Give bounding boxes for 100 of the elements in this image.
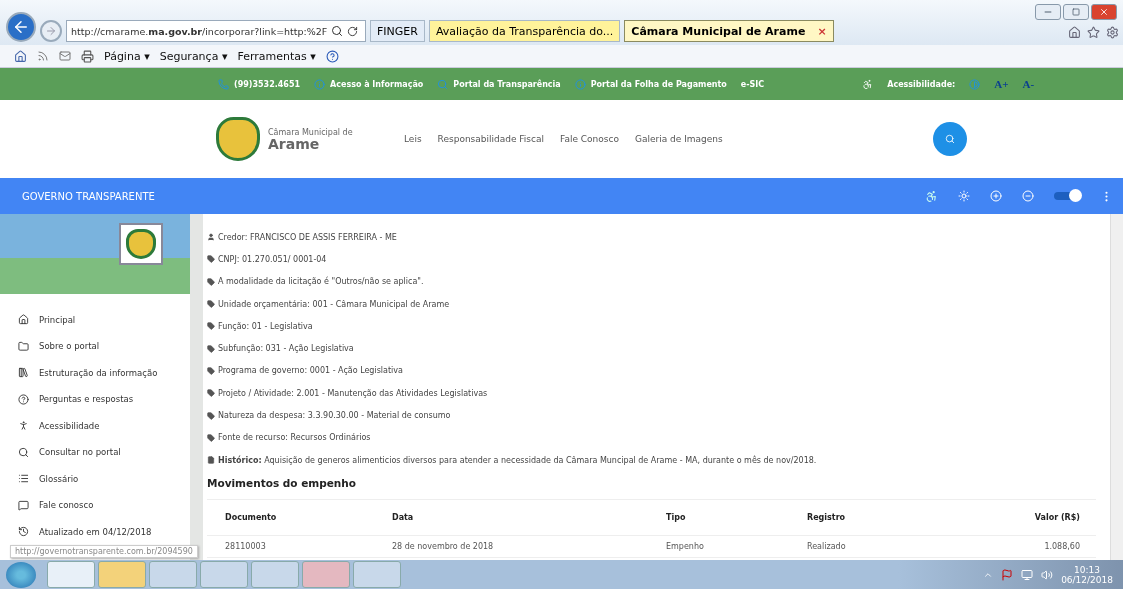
start-button[interactable] xyxy=(6,561,36,588)
table-cell-text: Empenho xyxy=(666,542,705,552)
site-title: Arame xyxy=(268,136,320,151)
column-header: Data xyxy=(392,513,415,523)
doc-icon xyxy=(207,456,215,465)
detail-text: Credor: FRANCISCO DE ASSIS FERREIRA - ME xyxy=(218,232,397,242)
detail-text: Histórico: Aquisição de generos alimenticios diversos para atender a necessidade da Câmara Muncipal de Arame - MA, durante o mês de nov/2018. xyxy=(218,455,817,465)
flag-icon[interactable] xyxy=(1001,568,1014,581)
maximize-button[interactable] xyxy=(1063,4,1089,20)
detail-text: A modalidade da licitação é "Outros/não se aplica". xyxy=(218,277,424,287)
tag-icon xyxy=(207,344,215,353)
history-icon xyxy=(18,526,29,537)
favorites-icon[interactable] xyxy=(1087,26,1100,39)
tag-icon xyxy=(207,300,215,309)
tag-icon xyxy=(207,366,215,375)
zoom-out-icon[interactable] xyxy=(1022,190,1034,202)
column-header: Documento xyxy=(225,513,278,523)
user-icon xyxy=(207,233,215,242)
table-cell-text: 1.088,60 xyxy=(1043,542,1080,552)
tag-icon xyxy=(207,411,215,420)
scrollbar[interactable] xyxy=(1110,214,1123,560)
detail-text: Programa de governo: 0001 - Ação Legislativa xyxy=(218,366,403,376)
sidebar-item[interactable]: Fale conosco xyxy=(18,497,190,513)
minimize-button[interactable] xyxy=(1035,4,1061,20)
column-header: Registro xyxy=(807,513,847,523)
portal-title: GOVERNO TRANSPARENTE xyxy=(22,190,156,202)
sidebar-item[interactable]: Estruturação da informação xyxy=(18,365,190,380)
tag-icon xyxy=(207,277,215,286)
home-icon xyxy=(18,314,29,325)
site-subtitle: Câmara Municipal de xyxy=(268,127,354,137)
table-cell-text: Realizado xyxy=(807,542,847,552)
toggle-switch[interactable] xyxy=(1054,192,1080,200)
nav-link[interactable]: Leis xyxy=(404,134,422,144)
nav-link[interactable]: Fale Conosco xyxy=(560,134,619,144)
status-url: http://governotransparente.com.br/2094590 xyxy=(10,545,198,558)
detail-text: Projeto / Atividade: 2.001 - Manutenção das Atividades Legislativas xyxy=(218,388,488,398)
home-icon[interactable] xyxy=(1068,26,1081,39)
network-icon[interactable] xyxy=(1021,568,1034,581)
search-icon xyxy=(18,446,29,458)
crest-logo xyxy=(119,223,163,265)
sidebar-item[interactable]: Atualizado em 04/12/2018 xyxy=(18,524,190,539)
brightness-icon[interactable] xyxy=(958,190,970,202)
menu-button[interactable]: Página ▾ xyxy=(104,49,150,63)
nav-link[interactable]: Responsabilidade Fiscal xyxy=(437,134,545,144)
forward-button[interactable] xyxy=(40,20,62,42)
column-header: Valor (R$) xyxy=(1033,513,1080,523)
arrow-right-icon xyxy=(45,25,57,37)
print-icon[interactable] xyxy=(81,49,94,63)
tag-icon xyxy=(207,322,215,331)
menu-button[interactable]: Segurança ▾ xyxy=(159,49,228,63)
accessibility-label: Acessibilidade: xyxy=(887,79,956,89)
help-icon xyxy=(18,393,29,405)
close-icon xyxy=(1099,7,1109,17)
info-icon xyxy=(314,78,325,90)
library-icon xyxy=(18,367,29,378)
sidebar-item[interactable]: Sobre o portal xyxy=(18,338,190,354)
browser-tab[interactable]: Avaliação da Transparência do... xyxy=(428,20,621,42)
volume-icon[interactable] xyxy=(1041,568,1054,581)
detail-text: Função: 01 - Legislativa xyxy=(218,321,313,331)
back-button[interactable] xyxy=(6,12,36,42)
detail-text: Unidade orçamentária: 001 - Câmara Municipal de Arame xyxy=(218,299,450,309)
address-field[interactable]: http://cmarame.ma.gov.br/incorporar?link=http:%2F xyxy=(66,20,366,42)
search-icon xyxy=(437,78,449,90)
sidebar-item[interactable]: Perguntas e respostas xyxy=(18,391,190,407)
mail-icon[interactable] xyxy=(59,50,71,62)
zoom-in-icon[interactable] xyxy=(990,190,1002,202)
info-icon xyxy=(574,78,586,90)
detail-text: Natureza da despesa: 3.3.90.30.00 - Material de consumo xyxy=(218,411,451,420)
browser-tab[interactable]: FINGER xyxy=(370,20,425,42)
sidebar-item[interactable]: Consultar no portal xyxy=(18,444,190,460)
tag-icon xyxy=(207,255,215,264)
tag-icon xyxy=(207,389,215,398)
detail-text: CNPJ: 01.270.051/ 0001-04 xyxy=(218,254,327,264)
tag-icon xyxy=(207,433,215,442)
close-button[interactable] xyxy=(1091,4,1117,20)
list-icon xyxy=(18,473,29,484)
accessibility-icon[interactable] xyxy=(925,189,938,203)
section-title: Movimentos do empenho xyxy=(207,477,358,490)
table-cell-text: 28110003 xyxy=(225,542,267,552)
sidebar-item[interactable]: Acessibilidade xyxy=(18,418,190,433)
help-icon[interactable] xyxy=(325,49,339,63)
detail-text: Subfunção: 031 - Ação Legislativa xyxy=(218,344,354,354)
search-icon[interactable] xyxy=(331,25,344,37)
feed-icon[interactable] xyxy=(37,50,49,62)
settings-icon[interactable] xyxy=(1106,26,1119,39)
phone-icon xyxy=(218,78,229,90)
search-icon xyxy=(944,134,955,144)
folder-icon xyxy=(18,340,29,352)
nav-link[interactable]: Galeria de Imagens xyxy=(634,134,723,144)
sidebar-item[interactable]: Principal xyxy=(18,312,190,327)
accessibility-icon xyxy=(862,78,874,90)
sidebar-item[interactable]: Glossário xyxy=(18,471,190,486)
maximize-icon xyxy=(1072,8,1080,16)
detail-text: Fonte de recurso: Recursos Ordinários xyxy=(218,433,371,443)
crest-logo xyxy=(216,117,260,161)
refresh-icon[interactable] xyxy=(347,25,359,37)
browser-tab[interactable]: Câmara Municipal de Arame × xyxy=(624,20,834,42)
home-icon[interactable] xyxy=(14,49,27,63)
menu-button[interactable]: Ferramentas ▾ xyxy=(237,49,316,63)
search-button[interactable] xyxy=(932,122,967,156)
